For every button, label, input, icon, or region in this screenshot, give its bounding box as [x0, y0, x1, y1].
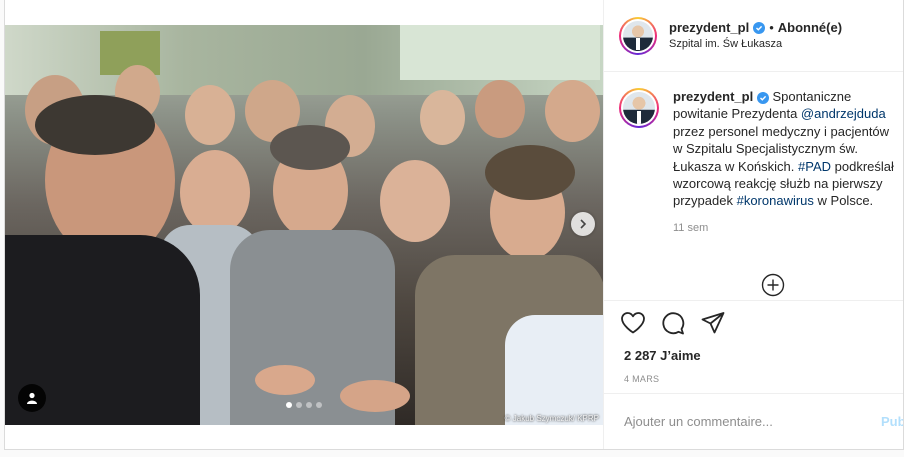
- comment-form: Publier: [604, 393, 903, 449]
- post-caption: prezydent_pl Spontaniczne powitanie Prez…: [619, 88, 897, 237]
- verified-badge-icon: [756, 92, 769, 104]
- post-header: prezydent_pl • Abonné(e) Szpital im. Św …: [604, 0, 903, 72]
- hashtag-link[interactable]: #koronawirus: [737, 193, 814, 208]
- plus-circle-icon[interactable]: [761, 273, 785, 297]
- hashtag-link[interactable]: #PAD: [798, 159, 831, 174]
- photo-face: [545, 80, 600, 142]
- carousel-dots: [286, 402, 322, 408]
- photo-hands: [255, 365, 315, 395]
- comment-input[interactable]: [624, 414, 864, 429]
- photo-credit: © Jakub Szymczuk/ KPRP: [504, 414, 599, 423]
- post-photo[interactable]: © Jakub Szymczuk/ KPRP: [5, 25, 603, 425]
- follow-status-button[interactable]: Abonné(e): [778, 20, 842, 36]
- mention-link[interactable]: @andrzejduda: [801, 106, 886, 121]
- paper-plane-icon[interactable]: [700, 311, 726, 335]
- separator-dot: •: [769, 19, 774, 35]
- user-tag-icon: [27, 392, 37, 404]
- action-bar: [604, 301, 903, 345]
- carousel-dot[interactable]: [316, 402, 322, 408]
- photo-face: [475, 80, 525, 138]
- photo-president-hair: [35, 95, 155, 155]
- caption-avatar[interactable]: [619, 88, 659, 128]
- chevron-right-icon: [580, 219, 587, 229]
- carousel-next-button[interactable]: [571, 212, 595, 236]
- tagged-users-button[interactable]: [18, 384, 46, 412]
- post-actions-area: 2 287 J’aime 4 MARS: [604, 300, 903, 384]
- avatar[interactable]: [619, 16, 657, 55]
- photo-white-coat: [505, 315, 603, 425]
- instagram-post: © Jakub Szymczuk/ KPRP prezydent_pl • Ab…: [4, 0, 904, 450]
- carousel-dot[interactable]: [286, 402, 292, 408]
- avatar-image: [623, 92, 655, 124]
- verified-badge-icon: [753, 21, 766, 34]
- likes-count[interactable]: 2 287 J’aime: [604, 348, 903, 363]
- photo-face: [420, 90, 465, 145]
- heart-icon[interactable]: [620, 311, 646, 335]
- photo-hair: [485, 145, 575, 200]
- post-side-panel: prezydent_pl • Abonné(e) Szpital im. Św …: [603, 0, 903, 449]
- location-link[interactable]: Szpital im. Św Łukasza: [669, 36, 842, 52]
- photo-face: [180, 150, 250, 235]
- publish-button[interactable]: Publier: [881, 414, 903, 429]
- avatar-image: [623, 20, 653, 51]
- carousel-dot[interactable]: [296, 402, 302, 408]
- photo-hands: [340, 380, 410, 412]
- photo-window-area: [400, 25, 600, 80]
- photo-face: [185, 85, 235, 145]
- post-date[interactable]: 4 MARS: [604, 374, 903, 384]
- comment-icon[interactable]: [660, 311, 686, 335]
- caption-username-link[interactable]: prezydent_pl: [673, 89, 753, 104]
- carousel-dot[interactable]: [306, 402, 312, 408]
- photo-face: [380, 160, 450, 242]
- username-link[interactable]: prezydent_pl: [669, 20, 749, 36]
- photo-hair: [270, 125, 350, 170]
- caption-timestamp[interactable]: 11 sem: [673, 220, 897, 237]
- caption-text-part: w Polsce.: [813, 193, 874, 209]
- caption-text: prezydent_pl Spontaniczne powitanie Prez…: [673, 88, 897, 210]
